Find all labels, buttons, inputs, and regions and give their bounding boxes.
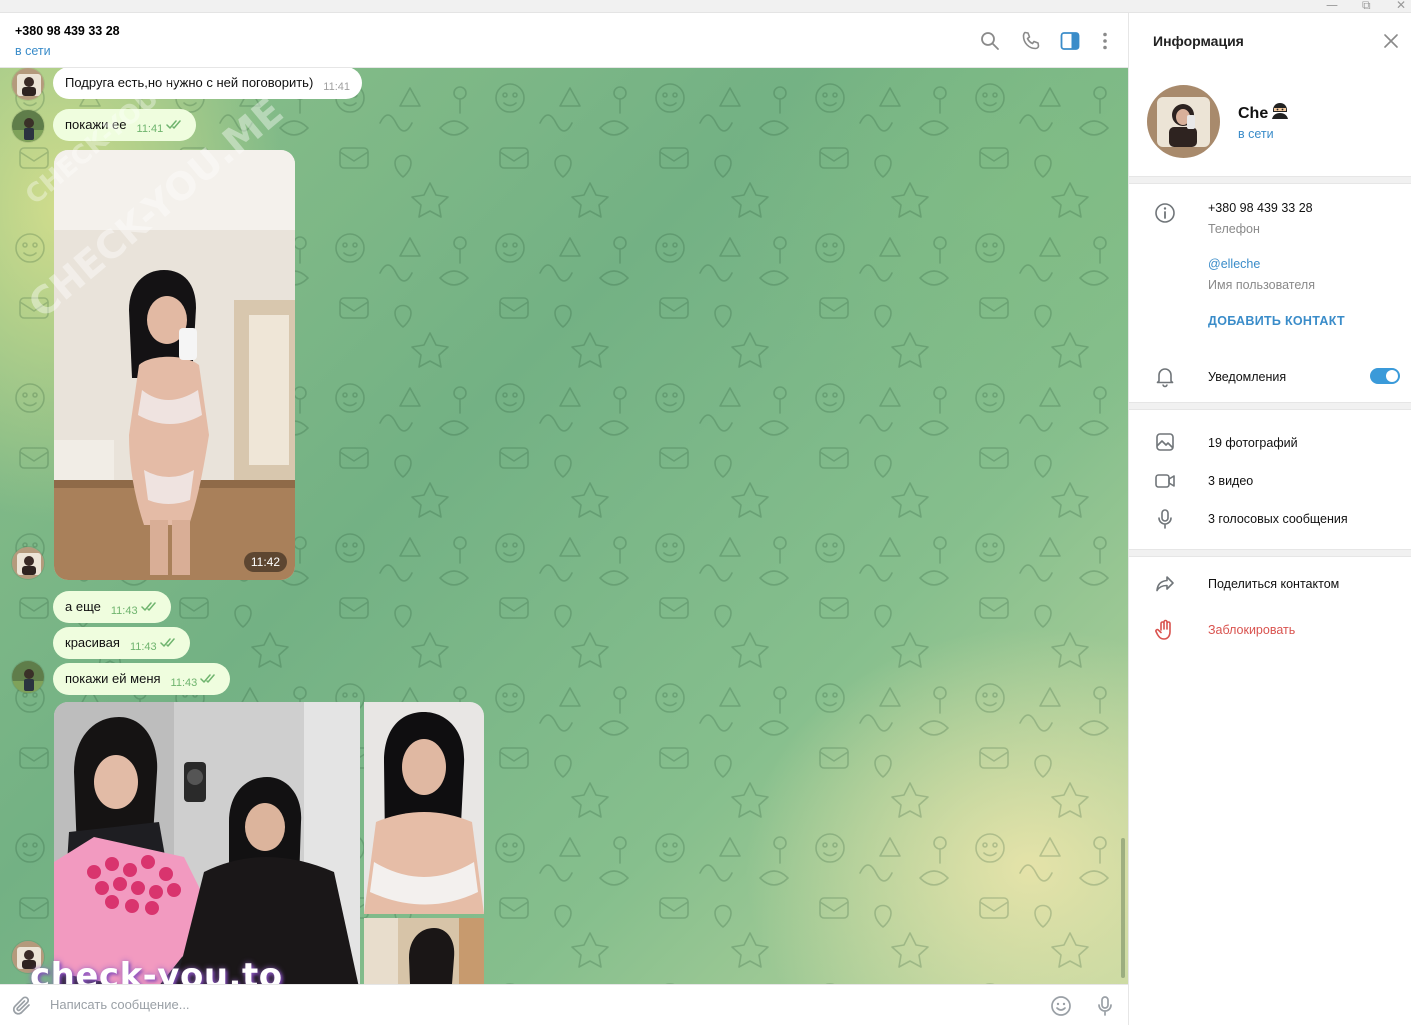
chat-header[interactable]: +380 98 439 33 28 в сети <box>0 13 1128 68</box>
block-button[interactable]: Заблокировать <box>1208 623 1295 637</box>
photo-image <box>364 918 484 984</box>
search-icon[interactable] <box>978 29 1002 53</box>
phone-value[interactable]: +380 98 439 33 28 <box>1208 201 1313 215</box>
read-checkmarks-icon <box>166 120 181 129</box>
microphone-icon <box>1158 509 1172 529</box>
message-incoming[interactable]: Подруга есть,но нужно с ней поговорить) 1… <box>53 68 362 99</box>
sidebar-toggle-icon[interactable] <box>1058 29 1082 53</box>
my-avatar[interactable] <box>11 660 45 694</box>
read-checkmarks-icon <box>140 602 156 611</box>
message-text: красивая <box>65 635 120 650</box>
section-divider <box>1129 402 1411 410</box>
share-contact-button[interactable]: Поделиться контактом <box>1208 577 1339 591</box>
section-divider <box>1129 549 1411 557</box>
bell-icon <box>1156 368 1174 388</box>
message-outgoing[interactable]: а еще 11:43 <box>53 591 171 623</box>
window-titlebar: — ⧉ ✕ <box>0 0 1411 13</box>
notifications-label: Уведомления <box>1208 370 1287 384</box>
message-composer: Написать сообщение... <box>0 984 1128 1025</box>
chat-scrollbar[interactable] <box>1121 838 1125 978</box>
photo-time: 11:42 <box>243 552 287 572</box>
ninja-emoji-icon <box>1272 103 1289 119</box>
message-time: 11:43 <box>110 605 138 617</box>
minimize-button[interactable]: — <box>1326 0 1338 12</box>
section-divider <box>1129 176 1411 184</box>
photo-image <box>364 702 484 914</box>
message-outgoing[interactable]: красивая 11:43 <box>53 627 190 659</box>
message-input[interactable]: Написать сообщение... <box>50 997 190 1012</box>
add-contact-button[interactable]: ДОБАВИТЬ КОНТАКТ <box>1208 314 1345 328</box>
contact-avatar[interactable] <box>11 68 45 101</box>
videos-count[interactable]: 3 видео <box>1208 474 1253 488</box>
my-avatar[interactable] <box>11 109 45 143</box>
maximize-button[interactable]: ⧉ <box>1362 0 1371 13</box>
chat-status: в сети <box>15 44 51 58</box>
message-text: покажи ей меня <box>65 671 161 686</box>
message-text: а еще <box>65 599 101 614</box>
photos-count[interactable]: 19 фотографий <box>1208 436 1298 450</box>
username-value[interactable]: @elleche <box>1208 257 1260 271</box>
voice-messages-count[interactable]: 3 голосовых сообщения <box>1208 512 1348 526</box>
image-icon <box>1156 433 1174 451</box>
message-time: 11:41 <box>323 81 350 93</box>
info-panel: Информация Che в сети +380 98 439 33 28 … <box>1129 13 1411 1025</box>
message-outgoing[interactable]: покажи ей меня 11:43 <box>53 663 231 695</box>
info-icon <box>1155 203 1175 223</box>
chat-title[interactable]: +380 98 439 33 28 <box>15 24 120 38</box>
telegram-window: — ⧉ ✕ +380 98 439 33 28 в сети Подруга е… <box>0 0 1411 1025</box>
contact-avatar[interactable] <box>11 546 45 580</box>
chat-background: Подруга есть,но нужно с ней поговорить) 1… <box>0 68 1128 984</box>
message-time: 11:43 <box>129 641 157 653</box>
info-title: Информация <box>1153 33 1244 49</box>
more-vertical-icon[interactable] <box>1093 29 1117 53</box>
video-icon <box>1155 474 1175 488</box>
username-label: Имя пользователя <box>1208 278 1315 292</box>
microphone-icon[interactable] <box>1093 994 1117 1018</box>
photo-image <box>54 702 360 984</box>
notifications-toggle[interactable] <box>1370 368 1400 384</box>
close-window-button[interactable]: ✕ <box>1396 0 1406 12</box>
album-photo-1[interactable] <box>54 702 360 984</box>
read-checkmarks-icon <box>200 674 216 683</box>
paperclip-icon[interactable] <box>10 994 34 1018</box>
read-checkmarks-icon <box>159 638 175 647</box>
hand-stop-icon <box>1155 619 1171 640</box>
close-icon[interactable] <box>1383 33 1399 49</box>
profile-name: Che <box>1238 102 1290 123</box>
profile-avatar[interactable] <box>1147 85 1220 158</box>
album-photo-2[interactable] <box>364 702 484 914</box>
profile-name-text: Che <box>1238 105 1269 122</box>
share-icon <box>1156 576 1174 592</box>
album-photo-3[interactable] <box>364 918 484 984</box>
phone-label: Телефон <box>1208 222 1260 236</box>
chat-pane: +380 98 439 33 28 в сети Подруга есть,но… <box>0 13 1128 1025</box>
emoji-icon[interactable] <box>1049 994 1073 1018</box>
profile-status: в сети <box>1238 127 1274 141</box>
message-time: 11:43 <box>170 677 198 689</box>
phone-icon[interactable] <box>1019 29 1043 53</box>
